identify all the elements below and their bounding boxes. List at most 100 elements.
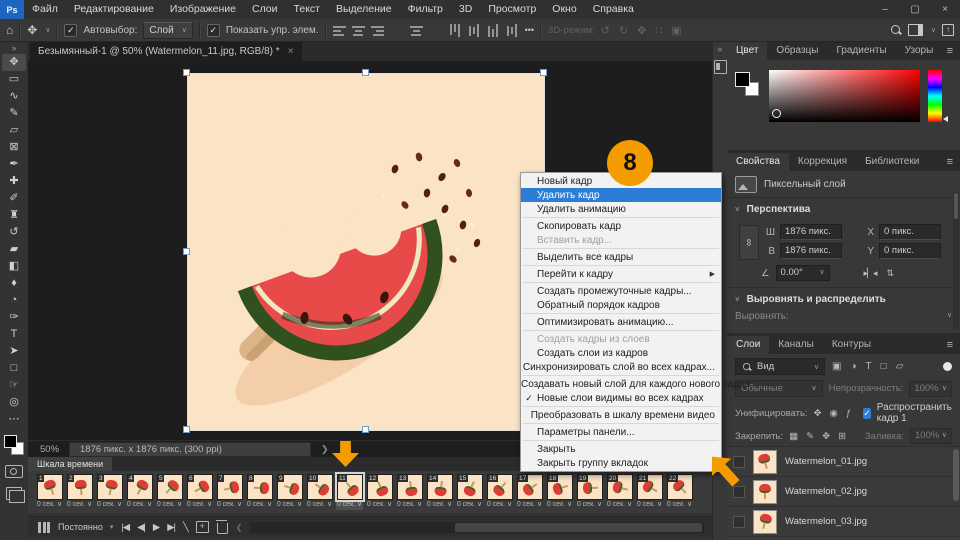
tab-patterns[interactable]: Узоры xyxy=(896,42,943,60)
show-transform-controls-checkbox[interactable]: ✓ xyxy=(206,23,220,37)
align-middle-icon[interactable] xyxy=(469,24,480,37)
expand-panels-icon[interactable]: « xyxy=(717,44,722,54)
menu-window[interactable]: Окно xyxy=(544,0,584,19)
layer-filter-icon-3[interactable]: T xyxy=(866,361,872,372)
timeline-scrollbar[interactable] xyxy=(250,521,704,533)
menu-help[interactable]: Справка xyxy=(585,0,642,19)
close-tab-icon[interactable]: × xyxy=(288,46,294,57)
menu-item-close[interactable]: Закрыть xyxy=(521,442,721,456)
menu-item-optimize-animation[interactable]: Оптимизировать анимацию... xyxy=(521,315,721,329)
gradient-tool[interactable]: ◧ xyxy=(2,258,26,275)
frame-delay-4[interactable]: 0 сек. ∨ xyxy=(127,500,152,510)
menu-item-match-layer-across-frames[interactable]: Синхронизировать слой во всех кадрах... xyxy=(521,360,721,374)
timeline-frame-22[interactable]: 22 0 сек. ∨ xyxy=(666,474,693,510)
move-tool[interactable]: ✥ xyxy=(2,54,26,71)
align-section-header[interactable]: ˅ Выровнять и распределить xyxy=(727,287,960,309)
move-tool-preset-icon[interactable]: ✥ xyxy=(27,23,37,37)
frame-delay-6[interactable]: 0 сек. ∨ xyxy=(187,500,212,510)
layer-row[interactable]: Watermelon_01.jpg xyxy=(727,447,960,477)
panel-menu-icon[interactable]: ≡ xyxy=(947,153,953,171)
frames-view-icon[interactable] xyxy=(38,521,50,533)
menu-item-reverse-frames[interactable]: Обратный порядок кадров xyxy=(521,298,721,312)
distribute-center-icon[interactable] xyxy=(409,24,423,36)
menu-image[interactable]: Изображение xyxy=(162,0,244,19)
tab-swatches[interactable]: Образцы xyxy=(767,42,827,60)
timeline-frame-4[interactable]: 4 0 сек. ∨ xyxy=(126,474,153,510)
timeline-scrollbar-thumb[interactable] xyxy=(454,522,702,532)
menu-item-delete-frame[interactable]: Удалить кадр xyxy=(521,188,721,202)
timeline-frame-12[interactable]: 12 0 сек. ∨ xyxy=(366,474,393,510)
frame-delay-1[interactable]: 0 сек. ∨ xyxy=(37,500,62,510)
frame-delay-21[interactable]: 0 сек. ∨ xyxy=(637,500,662,510)
timeline-frame-14[interactable]: 14 0 сек. ∨ xyxy=(426,474,453,510)
color-swatches-small[interactable] xyxy=(735,72,761,98)
workspace-icon[interactable] xyxy=(907,24,923,36)
more-options-icon[interactable]: ••• xyxy=(525,25,534,35)
timeline-frame-8[interactable]: 8 0 сек. ∨ xyxy=(246,474,273,510)
layer-filter-icon-1[interactable]: ▣ xyxy=(832,361,841,372)
flip-horizontal-icon[interactable]: ▸▏◂ xyxy=(864,268,878,279)
link-dimensions-icon[interactable]: ∞ xyxy=(739,225,759,260)
frame-delay-5[interactable]: 0 сек. ∨ xyxy=(157,500,182,510)
play-button[interactable]: ▶ xyxy=(153,522,160,533)
timeline-frame-18[interactable]: 18 0 сек. ∨ xyxy=(546,474,573,510)
timeline-frame-21[interactable]: 21 0 сек. ∨ xyxy=(636,474,663,510)
new-frame-button[interactable]: + xyxy=(195,521,209,533)
frame-delay-7[interactable]: 0 сек. ∨ xyxy=(217,500,242,510)
share-icon[interactable]: ↑ xyxy=(942,24,954,36)
menu-item-copy-frame[interactable]: Скопировать кадр xyxy=(521,219,721,233)
transform-handle[interactable] xyxy=(183,426,190,433)
foreground-color-swatch[interactable] xyxy=(735,72,750,87)
menu-item-panel-options[interactable]: Параметры панели... xyxy=(521,425,721,439)
maximize-button[interactable]: ▢ xyxy=(900,0,930,19)
unify-icon-2[interactable]: ◉ xyxy=(830,408,838,419)
menu-item-convert-to-video-timeline[interactable]: Преобразовать в шкалу времени видео xyxy=(521,408,721,422)
timeline-frame-13[interactable]: 13 0 сек. ∨ xyxy=(396,474,423,510)
menu-item-make-layers-from-frames[interactable]: Создать слои из кадров xyxy=(521,346,721,360)
width-field[interactable]: 1876 пикс. xyxy=(780,224,842,240)
screen-mode-icon[interactable] xyxy=(6,487,25,503)
align-top-icon[interactable] xyxy=(450,24,461,37)
transform-handle[interactable] xyxy=(183,69,190,76)
frame-delay-20[interactable]: 0 сек. ∨ xyxy=(607,500,632,510)
height-field[interactable]: 1876 пикс. xyxy=(780,243,842,259)
align-center-icon[interactable] xyxy=(351,24,365,36)
more-tools[interactable]: ⋯ xyxy=(2,411,26,428)
lock-icon-4[interactable]: ⊞ xyxy=(838,431,846,442)
quick-selection-tool[interactable]: ✎ xyxy=(2,105,26,122)
eyedropper-tool[interactable]: ✒ xyxy=(2,156,26,173)
timeline-frame-1[interactable]: 1 0 сек. ∨ xyxy=(36,474,63,510)
frame-delay-9[interactable]: 0 сек. ∨ xyxy=(277,500,302,510)
autoselect-checkbox[interactable]: ✓ xyxy=(64,23,78,37)
propagate-frame-checkbox[interactable]: ✓ xyxy=(863,407,871,419)
next-frame-button[interactable]: ▶| xyxy=(167,522,176,533)
transform-handle[interactable] xyxy=(540,69,547,76)
menu-3d[interactable]: 3D xyxy=(451,0,480,19)
tab-layers[interactable]: Слои xyxy=(727,336,770,354)
blur-tool[interactable]: ♦ xyxy=(2,275,26,292)
shape-tool[interactable]: □ xyxy=(2,360,26,377)
frame-delay-13[interactable]: 0 сек. ∨ xyxy=(397,500,422,510)
layer-visibility-checkbox[interactable] xyxy=(733,455,745,468)
panel-menu-icon[interactable]: ≡ xyxy=(947,42,953,60)
watermelon-image[interactable] xyxy=(187,73,545,431)
crop-tool[interactable]: ▱ xyxy=(2,122,26,139)
y-field[interactable]: 0 пикс. xyxy=(879,243,941,259)
tab-channels[interactable]: Каналы xyxy=(769,336,823,354)
align-bottom-icon[interactable] xyxy=(488,24,499,37)
clone-stamp-tool[interactable]: ♜ xyxy=(2,207,26,224)
opacity-field[interactable]: 100% ∨ xyxy=(909,380,952,397)
layer-filter-icon-5[interactable]: ▱ xyxy=(896,361,904,372)
frame-delay-16[interactable]: 0 сек. ∨ xyxy=(487,500,512,510)
menu-file[interactable]: Файл xyxy=(24,0,66,19)
timeline-frame-15[interactable]: 15 0 сек. ∨ xyxy=(456,474,483,510)
layers-scrollbar[interactable] xyxy=(953,449,959,501)
menu-view[interactable]: Просмотр xyxy=(480,0,544,19)
menu-item-tween-frames[interactable]: Создать промежуточные кадры... xyxy=(521,284,721,298)
hue-slider[interactable] xyxy=(928,70,942,122)
color-swatches[interactable] xyxy=(2,433,26,457)
timeline-frame-7[interactable]: 7 0 сек. ∨ xyxy=(216,474,243,510)
transform-handle[interactable] xyxy=(362,426,369,433)
timeline-frame-5[interactable]: 5 0 сек. ∨ xyxy=(156,474,183,510)
frame-tool[interactable]: ⊠ xyxy=(2,139,26,156)
